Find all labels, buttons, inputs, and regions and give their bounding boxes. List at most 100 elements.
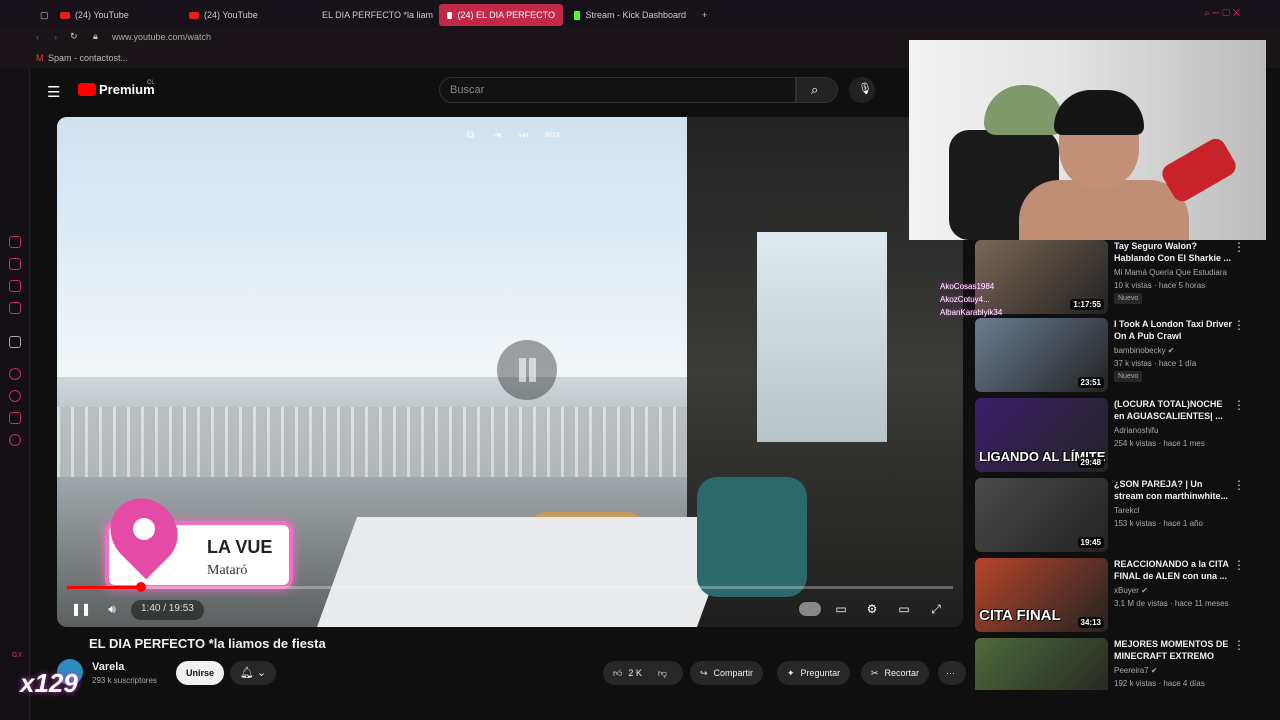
window-controls[interactable]: ⌕ ─ ▢ ✕ [1204, 8, 1240, 19]
fullscreen-icon[interactable]: ⤢ [929, 602, 943, 616]
related-thumbnail[interactable] [975, 638, 1108, 690]
related-channel[interactable]: Peereira7 ✔ [1114, 666, 1158, 675]
search-input[interactable]: Buscar [439, 77, 796, 103]
sidebar-app-icon[interactable] [9, 258, 21, 270]
youtube-logo-icon[interactable] [78, 83, 96, 96]
related-video[interactable]: 19:45 ¿SON PAREJA? | Un stream con marth… [975, 478, 1275, 554]
related-channel[interactable]: xBuyer ✔ [1114, 586, 1148, 595]
time-display: 1:40 / 19:53 [131, 600, 204, 620]
related-thumbnail[interactable]: LIGANDO AL LÍMITE 29:48 [975, 398, 1108, 472]
sidebar-app-icon[interactable] [9, 302, 21, 314]
related-thumbnail[interactable]: CITA FINAL 34:13 [975, 558, 1108, 632]
sidebar-player-icon[interactable] [9, 368, 21, 380]
new-tab-button[interactable]: + [694, 4, 712, 26]
rgx-label[interactable]: RGX [545, 129, 560, 143]
search-button[interactable]: ⌕ [796, 77, 838, 103]
thumbs-down-icon[interactable]: 👎︎ [658, 668, 667, 679]
sidebar-extensions-icon[interactable] [9, 412, 21, 424]
like-button[interactable]: 👍︎ 2 K 👎︎ [603, 661, 683, 685]
sidebar-app-icon[interactable] [9, 236, 21, 248]
sidebar-history-icon[interactable] [9, 390, 21, 402]
thumbs-up-icon: 👍︎ [613, 667, 623, 678]
forward-icon[interactable]: › [54, 32, 57, 42]
youtube-icon [447, 11, 453, 19]
bookmark-item[interactable]: Spam - contactost... [48, 53, 128, 63]
kick-icon [574, 10, 581, 20]
tab-bar: ▢ (24) YouTube (24) YouTube EL DIA PERFE… [0, 0, 1280, 28]
gmail-icon: M [36, 53, 44, 63]
reload-icon[interactable]: ↻ [70, 31, 78, 42]
menu-icon[interactable]: ☰ [47, 83, 60, 101]
sidebar-app-icon[interactable] [9, 336, 21, 348]
back-icon[interactable]: ‹ [36, 32, 39, 42]
new-badge: Nuevo [1114, 371, 1143, 382]
location-name: LA VUE [207, 537, 273, 557]
volume-icon[interactable]: 🔊︎ [105, 602, 119, 616]
pause-overlay-icon[interactable] [497, 340, 557, 400]
kebab-menu-icon[interactable]: ⋮ [1233, 478, 1245, 492]
share-button[interactable]: ↪ Compartir [690, 661, 764, 685]
related-title[interactable]: I Took A London Taxi Driver On A Pub Cra… [1114, 318, 1234, 344]
progress-bar-fill [67, 586, 142, 589]
clip-button[interactable]: ✂ Recortar [861, 661, 930, 685]
related-channel[interactable]: Tarekcl [1114, 506, 1139, 515]
autoplay-toggle[interactable] [799, 602, 821, 616]
related-video[interactable]: 23:51 I Took A London Taxi Driver On A P… [975, 318, 1275, 394]
more-actions-button[interactable]: ⋯ [938, 661, 966, 685]
settings-icon[interactable]: ⚙︎ [865, 602, 879, 616]
sidebar-settings-icon[interactable] [9, 434, 21, 446]
scissors-icon: ✂ [871, 667, 879, 678]
channel-name[interactable]: Varela [92, 661, 124, 673]
miniplayer-icon[interactable]: ⧉ [467, 129, 481, 143]
kebab-menu-icon[interactable]: ⋮ [1233, 318, 1245, 332]
country-code: CL [147, 80, 155, 86]
related-title[interactable]: ¿SON PAREJA? | Un stream con marthinwhit… [1114, 478, 1234, 504]
related-video[interactable]: MEJORES MOMENTOS DE MINECRAFT EXTREMO Pe… [975, 638, 1275, 690]
chat-name: AkozCotuy4... [940, 295, 990, 304]
related-title[interactable]: REACCIONANDO a la CITA FINAL de ALEN con… [1114, 558, 1234, 584]
tab-youtube-1[interactable]: (24) YouTube [52, 4, 180, 26]
video-title: EL DIA PERFECTO *la liamos de fiesta [89, 636, 326, 651]
progress-bar[interactable] [67, 586, 953, 589]
pause-icon[interactable]: ❚❚ [71, 602, 91, 616]
voice-search-button[interactable]: 🎙︎ [849, 77, 875, 103]
sidebar-app-icon[interactable] [9, 280, 21, 292]
notification-bell-button[interactable]: 🔔︎ ⌄ [230, 661, 276, 685]
related-title[interactable]: (LOCURA TOTAL)NOCHE en AGUASCALIENTES| .… [1114, 398, 1234, 424]
tab-overview-icon[interactable]: ▢ [32, 4, 50, 26]
kebab-menu-icon[interactable]: ⋮ [1233, 240, 1245, 254]
streamer-webcam [909, 40, 1266, 240]
subtitles-icon[interactable]: ▭ [834, 602, 848, 616]
cast-icon[interactable]: ⇥ [493, 129, 507, 143]
related-channel[interactable]: Mi Mamá Quería Que Estudiara [1114, 268, 1227, 277]
tab-kick-dashboard[interactable]: Stream - Kick Dashboard [566, 4, 694, 26]
location-pin-dot [133, 518, 155, 540]
kebab-menu-icon[interactable]: ⋮ [1233, 638, 1245, 652]
related-channel[interactable]: bambinobecky ✔ [1114, 346, 1175, 355]
related-meta: 37 k vistas · hace 1 día [1114, 359, 1197, 368]
kebab-menu-icon[interactable]: ⋮ [1233, 398, 1245, 412]
progress-scrubber[interactable] [136, 582, 147, 592]
join-button[interactable]: Unirse [176, 661, 224, 685]
related-thumbnail[interactable]: 23:51 [975, 318, 1108, 392]
tab-video[interactable]: EL DIA PERFECTO *la liam [309, 4, 437, 26]
mic-icon: 🎙︎ [858, 83, 872, 95]
related-channel[interactable]: Adrianoshifu [1114, 426, 1158, 435]
related-title[interactable]: Tay Seguro Walon? Hablando Con El Sharki… [1114, 240, 1234, 266]
kebab-menu-icon[interactable]: ⋮ [1233, 558, 1245, 572]
related-thumbnail[interactable]: 19:45 [975, 478, 1108, 552]
video-player[interactable]: ⧉ ⇥ ⏭︎ RGX LA VUE Mataró ❚❚ 🔊︎ 1:40 / 19… [57, 117, 963, 627]
related-video[interactable]: CITA FINAL 34:13 REACCIONANDO a la CITA F… [975, 558, 1275, 634]
related-video[interactable]: 1:17:55 Tay Seguro Walon? Hablando Con E… [975, 240, 1275, 316]
related-video[interactable]: LIGANDO AL LÍMITE 29:48 (LOCURA TOTAL)NOC… [975, 398, 1275, 474]
related-title[interactable]: MEJORES MOMENTOS DE MINECRAFT EXTREMO [1114, 638, 1234, 664]
tab-active-video[interactable]: (24) EL DIA PERFECTO [439, 4, 563, 26]
youtube-icon [189, 11, 199, 19]
theater-mode-icon[interactable]: ▭ [897, 602, 911, 616]
ask-button[interactable]: ✦ Preguntar [777, 661, 851, 685]
url-field[interactable]: www.youtube.com/watch [112, 32, 211, 42]
next-icon[interactable]: ⏭︎ [519, 129, 533, 143]
bell-icon: 🔔︎ [239, 667, 254, 679]
video-frame-chair [697, 477, 807, 597]
tab-youtube-2[interactable]: (24) YouTube [181, 4, 309, 26]
